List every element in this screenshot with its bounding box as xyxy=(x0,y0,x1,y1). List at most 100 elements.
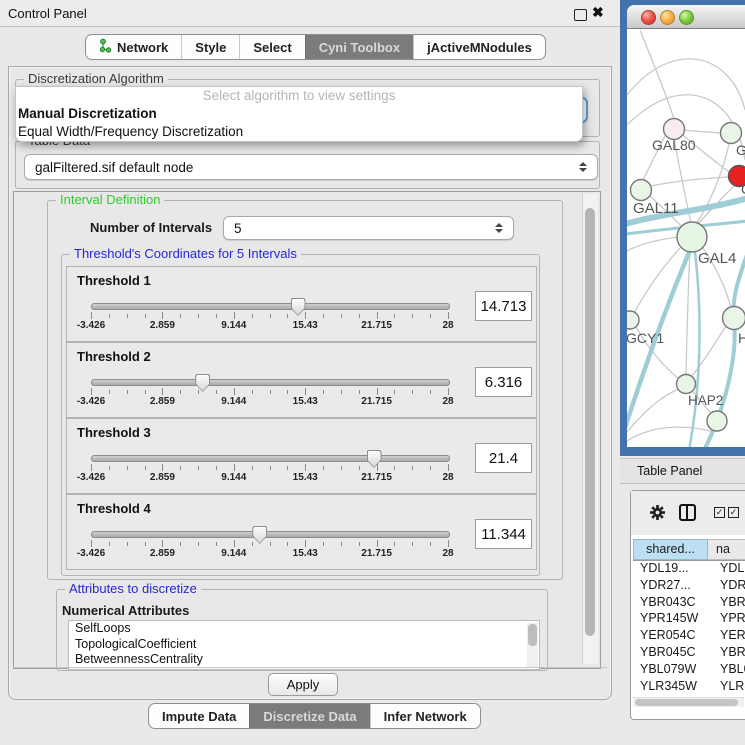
tick-label: 21.715 xyxy=(361,548,392,559)
settings-scrollbar[interactable] xyxy=(582,194,598,664)
tick-label: 9.144 xyxy=(221,472,246,483)
table-horizontal-scrollbar[interactable] xyxy=(633,697,744,707)
tab-network[interactable]: Network xyxy=(86,35,181,59)
close-icon[interactable]: ✖ xyxy=(592,4,604,21)
numerical-attributes-list[interactable]: SelfLoops TopologicalCoefficient Between… xyxy=(68,620,540,670)
network-window-titlebar[interactable] xyxy=(627,5,745,29)
table-row[interactable]: YIL052CYIL052C xyxy=(633,694,745,695)
cell-shared-name[interactable]: YDR27... xyxy=(633,577,714,594)
cell-name[interactable]: YBR043C xyxy=(714,594,745,611)
table-row[interactable]: YER054CYER054C xyxy=(633,627,745,644)
number-of-intervals-spinner[interactable]: 5 xyxy=(223,216,514,240)
float-window-icon[interactable] xyxy=(574,9,587,21)
node-h[interactable] xyxy=(723,307,745,330)
cell-name[interactable]: YIL052C xyxy=(714,694,745,695)
network-canvas[interactable]: GAL80 GAL11 GAL4 GCY1 HAP2 GA C H xyxy=(627,29,745,447)
tick-label: -3.426 xyxy=(77,396,105,407)
threshold-slider[interactable] xyxy=(91,531,450,538)
checkbox-icon[interactable]: ✓ xyxy=(728,507,739,518)
cell-shared-name[interactable]: YBR045C xyxy=(633,644,714,661)
cell-name[interactable]: YER054C xyxy=(714,627,745,644)
table-row[interactable]: YBR045CYBR045C xyxy=(633,644,745,661)
cell-shared-name[interactable]: YER054C xyxy=(633,627,714,644)
cell-name[interactable]: YBR045C xyxy=(714,644,745,661)
cell-name[interactable]: YLR345W xyxy=(714,678,745,695)
node-gal11[interactable] xyxy=(631,180,652,201)
cell-shared-name[interactable]: YIL052C xyxy=(633,694,714,695)
cell-name[interactable]: YPR145W xyxy=(714,610,745,627)
node-hap2[interactable] xyxy=(677,375,696,394)
scrollbar-thumb[interactable] xyxy=(635,699,738,706)
split-columns-icon[interactable] xyxy=(679,504,696,521)
tab-infer-network[interactable]: Infer Network xyxy=(370,704,480,728)
column-header-name[interactable]: na xyxy=(708,539,745,560)
table-row[interactable]: YBR043CYBR043C xyxy=(633,594,745,611)
cell-name[interactable]: YBL079W xyxy=(714,661,745,678)
threshold-panel: Threshold 2 -3.4262.8599.14415.4321.7152… xyxy=(66,342,537,418)
tab-discretize-data[interactable]: Discretize Data xyxy=(249,704,369,728)
table-row[interactable]: YLR345WYLR345W xyxy=(633,678,745,695)
tick-label: 21.715 xyxy=(361,396,392,407)
apply-button[interactable]: Apply xyxy=(268,673,338,696)
top-tab-bar: Network Style Select Cyni Toolbox jActiv… xyxy=(85,34,546,60)
threshold-value-input[interactable] xyxy=(475,443,532,473)
cell-name[interactable]: YDR27 xyxy=(714,577,745,594)
cell-shared-name[interactable]: YBL079W xyxy=(633,661,714,678)
list-item[interactable]: SelfLoops xyxy=(69,621,539,637)
node-gal4[interactable] xyxy=(677,222,707,252)
checkbox-icon[interactable]: ✓ xyxy=(714,507,725,518)
node-label: H xyxy=(738,330,745,346)
group-title: Discretization Algorithm xyxy=(24,72,168,86)
list-scrollbar[interactable] xyxy=(527,623,538,667)
tab-select[interactable]: Select xyxy=(239,35,304,59)
table-row[interactable]: YDR27...YDR27 xyxy=(633,577,745,594)
tick-label: 15.43 xyxy=(293,548,318,559)
cell-shared-name[interactable]: YPR145W xyxy=(633,610,714,627)
table-data-combobox[interactable]: galFiltered.sif default node xyxy=(24,154,598,180)
list-item[interactable]: BetweennessCentrality xyxy=(69,652,539,668)
tick-label: 2.859 xyxy=(150,472,175,483)
cell-shared-name[interactable]: YDL19... xyxy=(633,560,714,577)
slider-ticks xyxy=(91,540,448,547)
number-of-intervals-label: Number of Intervals xyxy=(90,220,212,235)
node-label: GCY1 xyxy=(627,330,664,346)
close-traffic-light-icon[interactable] xyxy=(641,10,656,25)
tab-impute-data[interactable]: Impute Data xyxy=(149,704,249,728)
gear-icon[interactable] xyxy=(649,504,666,526)
threshold-value-input[interactable] xyxy=(475,367,532,397)
minimize-traffic-light-icon[interactable] xyxy=(660,10,675,25)
table-panel-titlebar: Table Panel xyxy=(620,458,745,484)
tick-label: 9.144 xyxy=(221,548,246,559)
table-row[interactable]: YDL19...YDL19 xyxy=(633,560,745,577)
node-bottom[interactable] xyxy=(707,411,727,431)
cell-shared-name[interactable]: YLR345W xyxy=(633,678,714,695)
cell-name[interactable]: YDL19 xyxy=(714,560,745,577)
threshold-slider[interactable] xyxy=(91,379,450,386)
tab-jactivemnodules[interactable]: jActiveMNodules xyxy=(413,35,545,59)
threshold-panel: Threshold 4 -3.4262.8599.14415.4321.7152… xyxy=(66,494,537,570)
table-row[interactable]: YPR145WYPR145W xyxy=(633,610,745,627)
zoom-traffic-light-icon[interactable] xyxy=(679,10,694,25)
node-gcy1[interactable] xyxy=(627,311,639,329)
dropdown-option-equal-width[interactable]: Equal Width/Frequency Discretization xyxy=(16,123,582,141)
tab-label: Style xyxy=(195,40,226,55)
threshold-value-input[interactable] xyxy=(475,519,532,549)
tab-style[interactable]: Style xyxy=(181,35,239,59)
spinner-value: 5 xyxy=(234,221,242,236)
dropdown-option-manual[interactable]: Manual Discretization xyxy=(16,105,582,123)
column-header-shared-name[interactable]: shared... xyxy=(633,539,708,560)
table-row[interactable]: YBL079WYBL079W xyxy=(633,661,745,678)
cell-shared-name[interactable]: YBR043C xyxy=(633,594,714,611)
list-item[interactable]: TopologicalCoefficient xyxy=(69,637,539,653)
slider-tick-labels: -3.4262.8599.14415.4321.71528 xyxy=(91,396,448,408)
tab-cyni-toolbox[interactable]: Cyni Toolbox xyxy=(305,35,413,59)
algorithm-dropdown-popup: Select algorithm to view settings Manual… xyxy=(15,86,583,142)
node-top-right[interactable] xyxy=(721,123,742,144)
scrollbar-thumb[interactable] xyxy=(585,208,595,636)
threshold-slider[interactable] xyxy=(91,303,450,310)
threshold-slider[interactable] xyxy=(91,455,450,462)
combobox-arrows-icon xyxy=(579,162,587,172)
cyni-toolbox-panel: Discretization Algorithm Table Data galF… xyxy=(8,66,612,700)
tick-label: -3.426 xyxy=(77,320,105,331)
threshold-value-input[interactable] xyxy=(475,291,532,321)
